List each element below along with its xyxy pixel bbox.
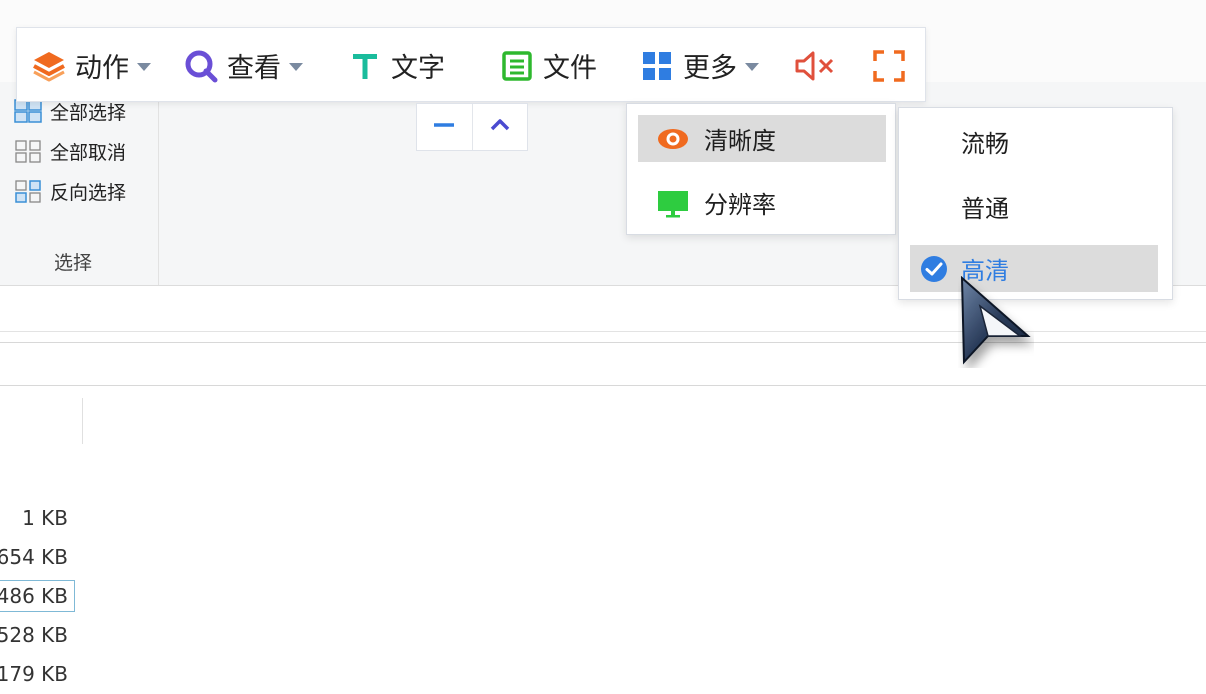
eye-icon xyxy=(656,122,690,156)
action-label: 动作 xyxy=(75,53,129,84)
file-size-cell-selected[interactable]: 486 KB xyxy=(0,580,75,612)
mouse-cursor-icon xyxy=(958,275,1034,368)
chevron-up-icon xyxy=(488,113,512,141)
action-menu-button[interactable]: 动作 xyxy=(31,28,151,103)
more-dropdown-menu: 清晰度 分辨率 xyxy=(626,103,896,235)
text-label: 文字 xyxy=(391,53,445,84)
minus-icon xyxy=(432,113,456,141)
more-menu-button[interactable]: 更多 xyxy=(639,28,759,103)
text-icon xyxy=(347,48,383,84)
zoom-out-button[interactable] xyxy=(417,104,472,150)
ribbon-group-select: 全部选择 全部取消 反向选择 选择 xyxy=(0,82,159,285)
invert-selection-button[interactable]: 反向选择 xyxy=(14,178,126,204)
menu-item-resolution-label: 分辨率 xyxy=(704,191,776,219)
view-menu-button[interactable]: 查看 xyxy=(183,28,303,103)
text-button[interactable]: 文字 xyxy=(347,28,445,103)
menu-item-clarity[interactable]: 清晰度 xyxy=(638,115,886,162)
clarity-submenu: 流畅 普通 高清 xyxy=(898,107,1173,300)
file-size-cell: 179 KB xyxy=(0,662,68,686)
search-icon xyxy=(183,48,219,84)
monitor-icon xyxy=(656,186,690,220)
file-size-cell: 1 KB xyxy=(22,506,68,530)
submenu-item-normal-label: 普通 xyxy=(961,194,1009,223)
grid-icon xyxy=(639,48,675,84)
submenu-item-normal[interactable]: 普通 xyxy=(910,183,1158,229)
file-icon xyxy=(499,48,535,84)
view-label: 查看 xyxy=(227,53,281,84)
speaker-muted-icon xyxy=(793,48,837,84)
fullscreen-icon xyxy=(871,48,907,84)
checkmark-circle-icon xyxy=(920,255,948,283)
file-button[interactable]: 文件 xyxy=(499,28,597,103)
file-size-cell: 528 KB xyxy=(0,623,68,647)
group-label-select: 选择 xyxy=(54,252,93,274)
file-label: 文件 xyxy=(543,53,597,84)
file-size-cell: 654 KB xyxy=(0,545,68,569)
submenu-item-hd[interactable]: 高清 xyxy=(910,245,1158,292)
menu-item-clarity-label: 清晰度 xyxy=(704,127,776,155)
fullscreen-button[interactable] xyxy=(871,28,915,103)
floating-toolbar: 动作 查看 文字 文件 更多 xyxy=(16,27,926,102)
chevron-down-icon xyxy=(137,62,151,71)
menu-item-resolution[interactable]: 分辨率 xyxy=(638,179,886,226)
select-none-icon xyxy=(14,138,44,164)
chevron-down-icon xyxy=(289,62,303,71)
collapse-toolbar-button[interactable] xyxy=(471,104,528,150)
submenu-item-smooth-label: 流畅 xyxy=(961,129,1009,158)
select-none-label: 全部取消 xyxy=(50,141,127,164)
invert-selection-icon xyxy=(14,178,44,204)
submenu-item-smooth[interactable]: 流畅 xyxy=(910,118,1158,164)
chevron-down-icon xyxy=(745,62,759,71)
mute-button[interactable] xyxy=(793,28,845,103)
layers-icon xyxy=(31,48,67,84)
invert-selection-label: 反向选择 xyxy=(50,181,127,204)
select-none-button[interactable]: 全部取消 xyxy=(14,138,126,164)
zoom-controls xyxy=(416,103,528,151)
column-divider[interactable] xyxy=(82,398,83,444)
more-label: 更多 xyxy=(683,53,737,84)
